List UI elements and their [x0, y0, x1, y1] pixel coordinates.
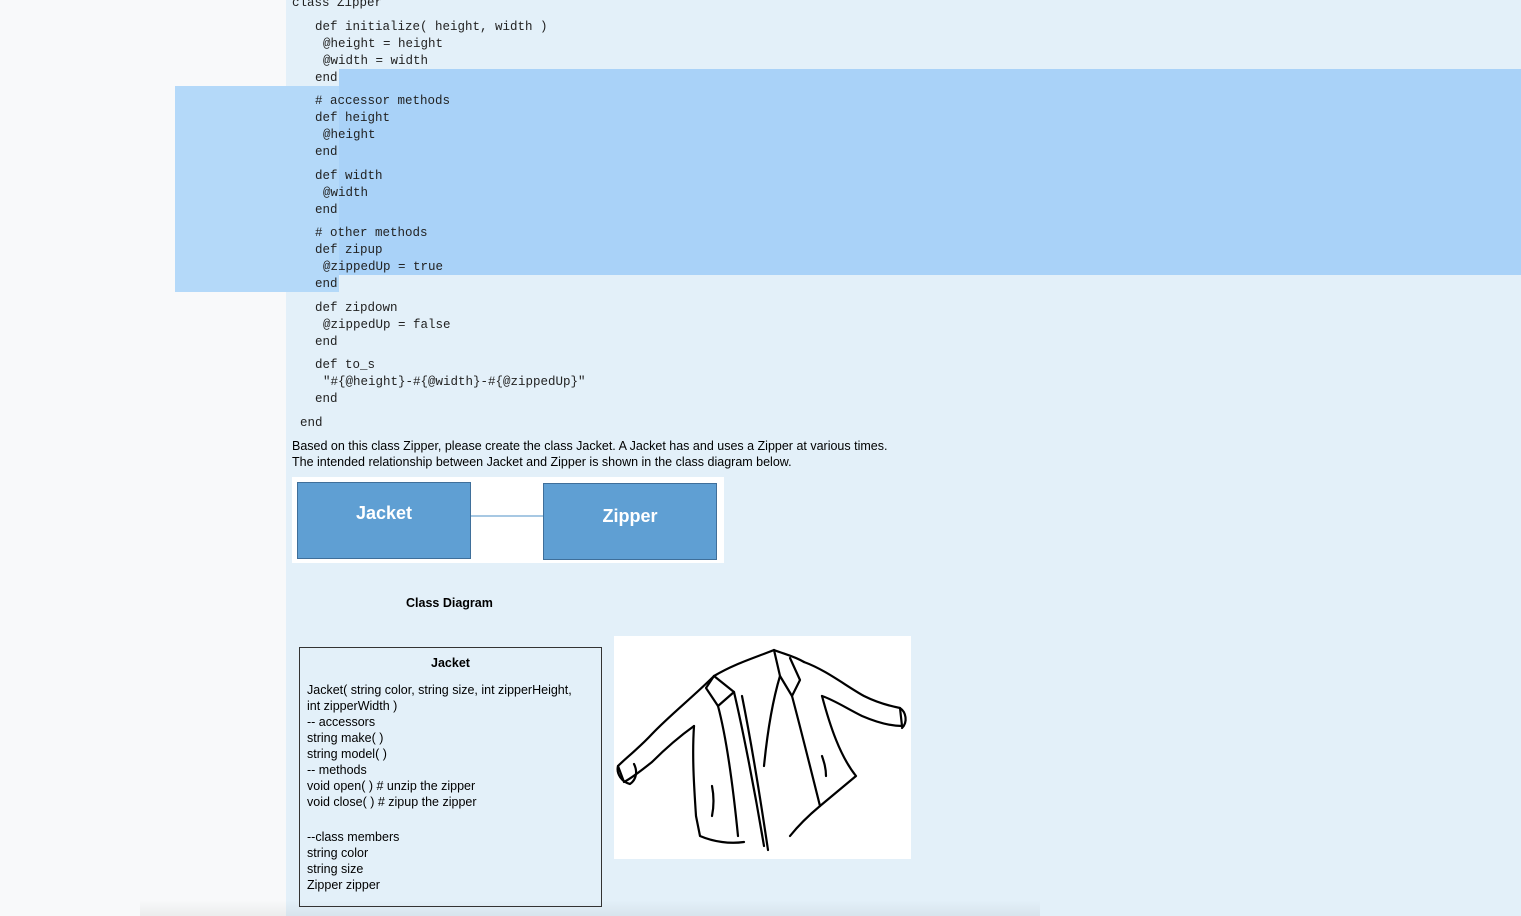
uml-section-label: -- methods: [307, 763, 367, 777]
code-line: def to_s: [315, 358, 376, 372]
jacket-sketch-icon: [614, 636, 911, 859]
code-line: end: [315, 71, 338, 85]
code-line: def width: [315, 169, 383, 183]
uml-constructor: int zipperWidth ): [307, 699, 398, 713]
jacket-uml-box: Jacket Jacket( string color, string size…: [299, 647, 602, 907]
code-comment: # accessor methods: [315, 94, 451, 108]
uml-member: string make( ): [307, 731, 384, 745]
code-line: end: [315, 203, 338, 217]
uml-class-title: Jacket: [431, 656, 470, 670]
code-line: end: [300, 416, 323, 430]
code-line: end: [315, 392, 338, 406]
association-line: [471, 515, 543, 517]
code-line: def zipup: [315, 243, 383, 257]
zipper-class-box: Zipper: [543, 483, 717, 560]
code-line: @width: [323, 186, 369, 200]
code-line: @zippedUp = false: [323, 318, 451, 332]
code-line: @height: [323, 128, 376, 142]
uml-constructor: Jacket( string color, string size, int z…: [307, 683, 572, 697]
code-line: def height: [315, 111, 391, 125]
text-selection-body: [339, 86, 1521, 275]
code-line: def zipdown: [315, 301, 398, 315]
instruction-text: The intended relationship between Jacket…: [292, 455, 792, 469]
code-line: def initialize( height, width ): [315, 20, 548, 34]
diagram-caption: Class Diagram: [406, 596, 493, 610]
code-line: "#{@height}-#{@width}-#{@zippedUp}": [323, 375, 586, 389]
code-line: class Zipper: [292, 0, 383, 10]
uml-member: string size: [307, 862, 364, 876]
code-line: @width = width: [323, 54, 429, 68]
text-selection-top: [339, 69, 1521, 86]
code-line: @height = height: [323, 37, 444, 51]
uml-section-label: -- accessors: [307, 715, 376, 729]
code-line: end: [315, 145, 338, 159]
code-line: end: [315, 335, 338, 349]
jacket-class-box: Jacket: [297, 482, 471, 559]
code-line: end: [315, 277, 338, 291]
uml-member: Zipper zipper: [307, 878, 380, 892]
instruction-text: Based on this class Zipper, please creat…: [292, 439, 888, 453]
bottom-shadow: [140, 900, 1040, 916]
uml-section-label: --class members: [307, 830, 400, 844]
uml-member: string color: [307, 846, 369, 860]
uml-member: void open( ) # unzip the zipper: [307, 779, 476, 793]
code-line: @zippedUp = true: [323, 260, 444, 274]
uml-member: void close( ) # zipup the zipper: [307, 795, 477, 809]
code-comment: # other methods: [315, 226, 428, 240]
uml-member: string model( ): [307, 747, 387, 761]
